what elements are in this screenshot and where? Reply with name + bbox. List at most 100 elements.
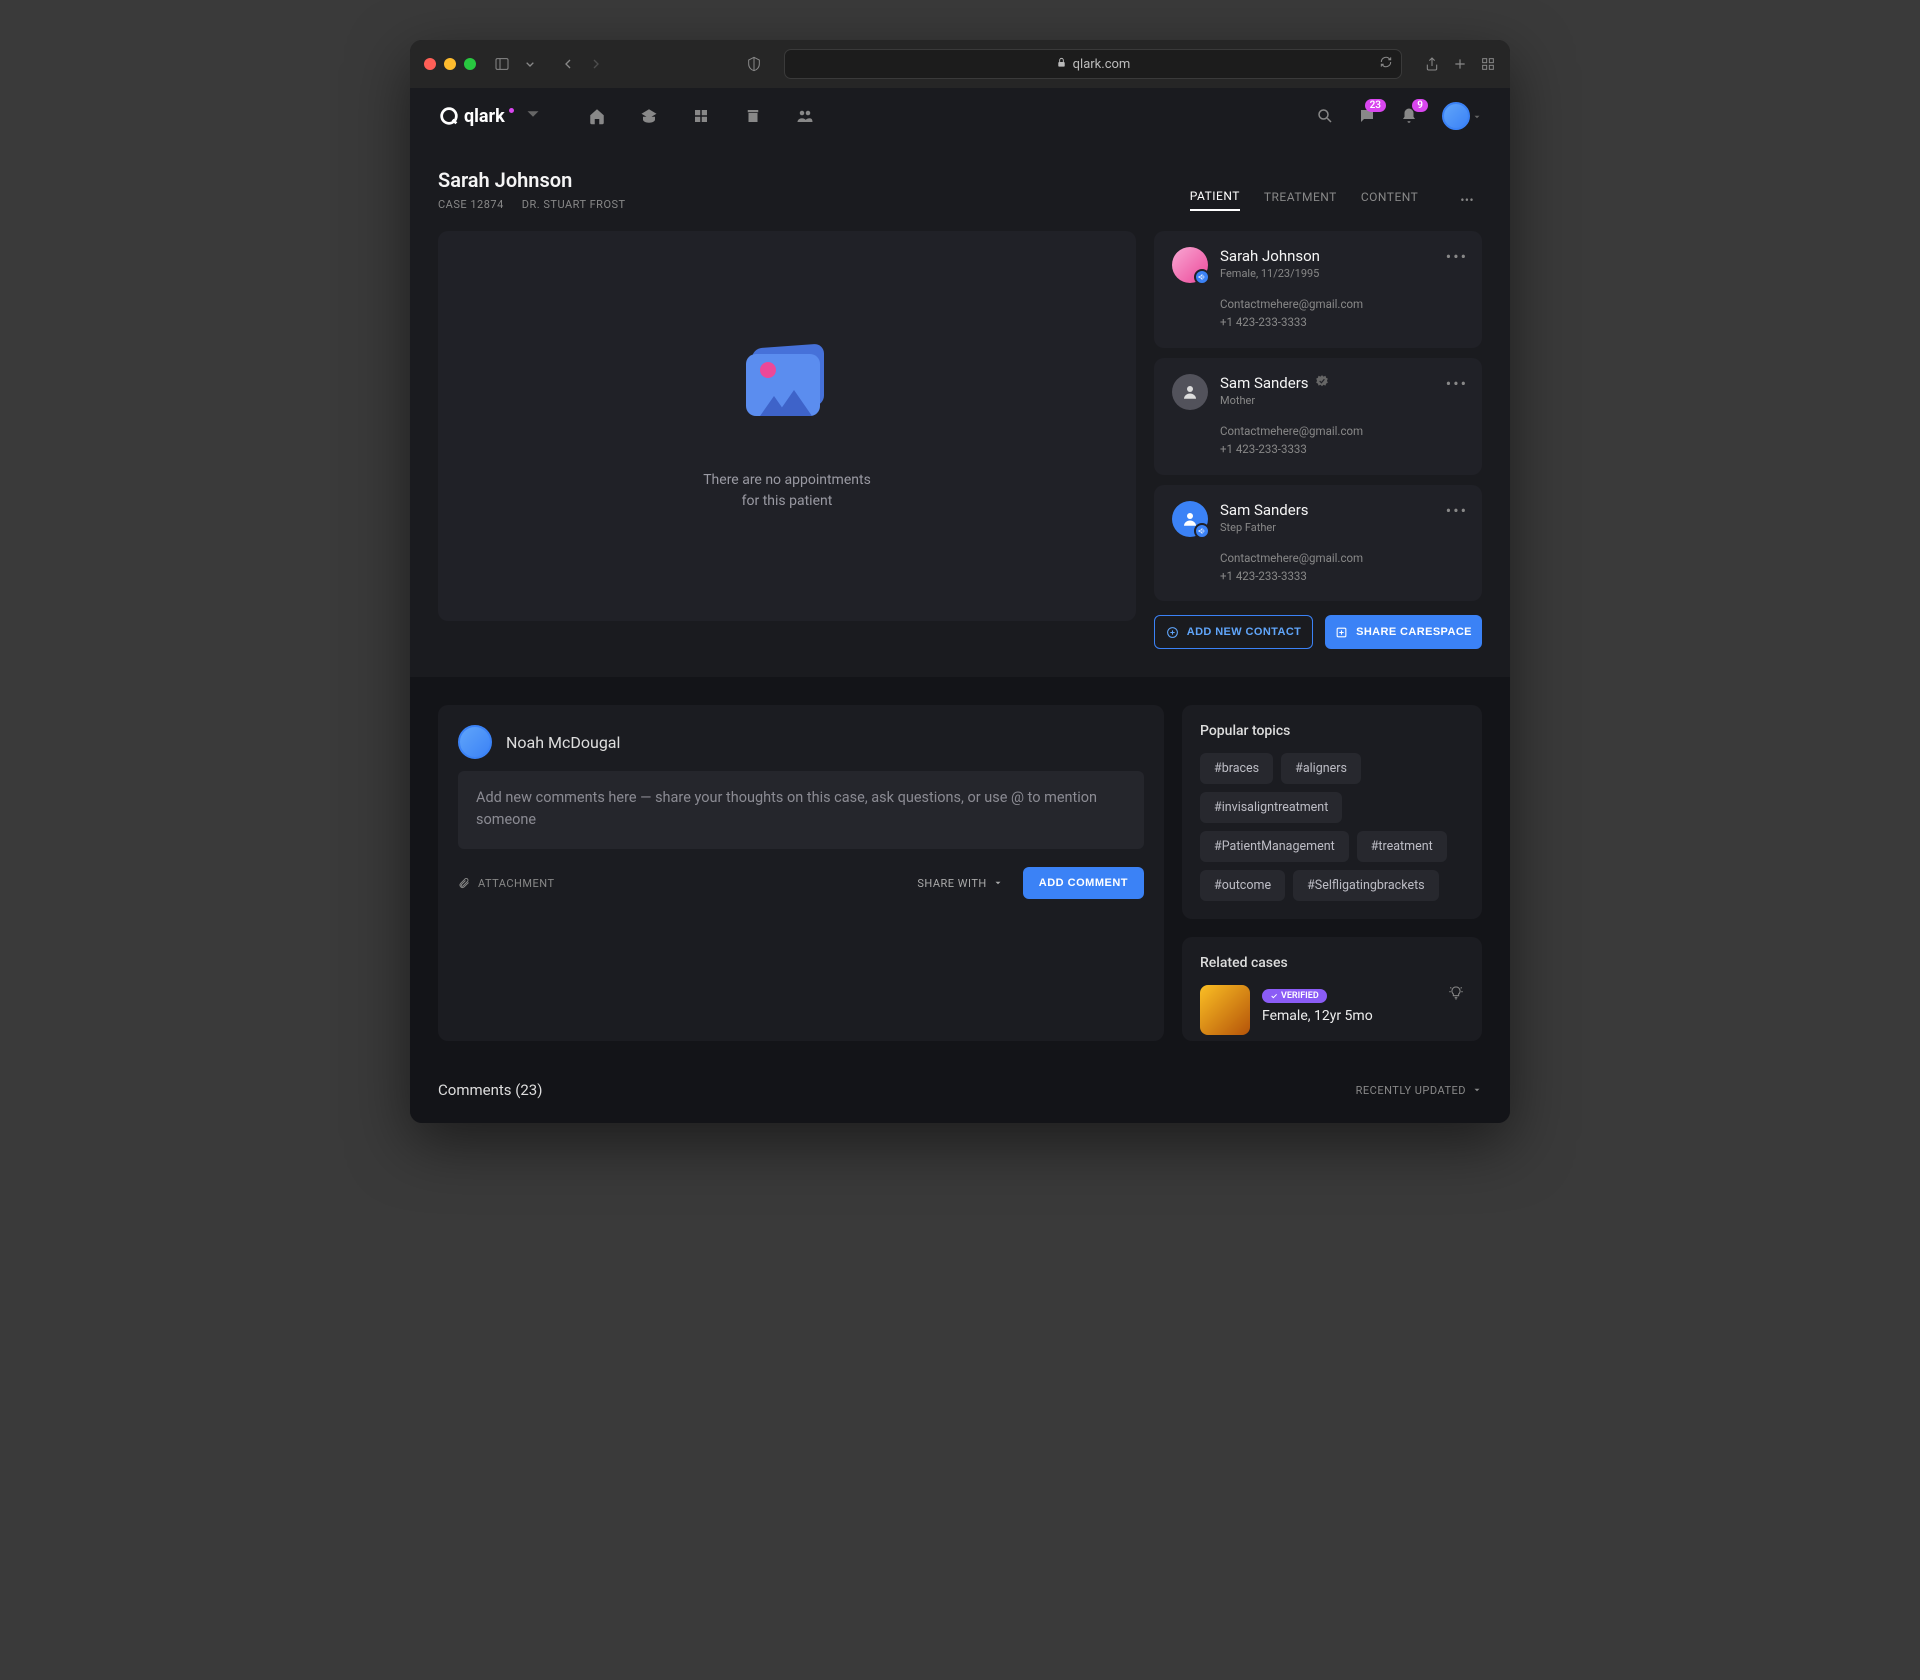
- contact-avatar: [1172, 247, 1208, 283]
- contact-sub: Mother: [1220, 394, 1329, 407]
- card-menu-icon[interactable]: •••: [1446, 374, 1468, 393]
- appointments-panel: There are no appointments for this patie…: [438, 231, 1136, 621]
- case-number: CASE 12874: [438, 198, 504, 211]
- window-zoom[interactable]: [464, 58, 476, 70]
- tabs-overview-icon[interactable]: [1480, 56, 1496, 72]
- new-tab-icon[interactable]: [1452, 56, 1468, 72]
- comment-textarea[interactable]: Add new comments here — share your thoug…: [458, 771, 1144, 849]
- forward-icon[interactable]: [588, 56, 604, 72]
- more-options-icon[interactable]: •••: [1452, 189, 1482, 211]
- related-title: Related cases: [1200, 955, 1464, 971]
- related-cases-panel: Related cases VERIFIED Female, 12yr 5mo: [1182, 937, 1482, 1041]
- card-menu-icon[interactable]: •••: [1446, 247, 1468, 266]
- add-comment-button[interactable]: ADD COMMENT: [1023, 867, 1144, 899]
- contact-avatar: [1172, 374, 1208, 410]
- contact-avatar: [1172, 501, 1208, 537]
- chevron-down-icon[interactable]: [522, 56, 538, 72]
- share-with-label: SHARE WITH: [917, 877, 986, 890]
- topics-title: Popular topics: [1200, 723, 1464, 739]
- contact-card: ••• Sam Sanders Mother Contactmehere@gm: [1154, 358, 1482, 475]
- share-with-dropdown[interactable]: SHARE WITH: [917, 877, 1002, 890]
- search-icon[interactable]: [1316, 107, 1334, 125]
- app-header: qlark 23 9: [410, 88, 1510, 144]
- topic-tag[interactable]: #PatientManagement: [1200, 831, 1349, 862]
- contact-phone: +1 423-233-3333: [1220, 313, 1464, 331]
- window-close[interactable]: [424, 58, 436, 70]
- topic-tag[interactable]: #invisaligntreatment: [1200, 792, 1342, 823]
- lock-icon: [1056, 57, 1067, 72]
- chevron-down-icon: [1472, 107, 1482, 126]
- add-contact-label: ADD NEW CONTACT: [1187, 626, 1302, 638]
- nav-grid-icon[interactable]: [692, 107, 710, 125]
- shield-icon[interactable]: [746, 56, 762, 72]
- audio-badge-icon: [1194, 523, 1210, 539]
- topic-tag[interactable]: #treatment: [1357, 831, 1447, 862]
- contact-name: Sam Sanders: [1220, 374, 1309, 392]
- contact-name: Sam Sanders: [1220, 501, 1309, 519]
- verified-pill: VERIFIED: [1262, 989, 1327, 1003]
- share-icon[interactable]: [1424, 56, 1440, 72]
- sidebar-toggle-icon[interactable]: [494, 56, 510, 72]
- related-case-card[interactable]: VERIFIED Female, 12yr 5mo: [1200, 985, 1464, 1035]
- contact-phone: +1 423-233-3333: [1220, 567, 1464, 585]
- nav-archive-icon[interactable]: [744, 107, 762, 125]
- comments-count: Comments (23): [438, 1081, 542, 1099]
- contact-email: Contactmehere@gmail.com: [1220, 549, 1464, 567]
- messages-badge: 23: [1365, 99, 1386, 112]
- topic-tag[interactable]: #braces: [1200, 753, 1273, 784]
- notifications-icon[interactable]: 9: [1400, 107, 1418, 125]
- contact-phone: +1 423-233-3333: [1220, 440, 1464, 458]
- contact-card: ••• Sarah Johnson Female, 11/23/1995 Con…: [1154, 231, 1482, 348]
- logo-accent-dot: [509, 108, 514, 113]
- case-thumbnail: [1200, 985, 1250, 1035]
- compose-author: Noah McDougal: [506, 733, 620, 752]
- back-icon[interactable]: [560, 56, 576, 72]
- share-carespace-label: SHARE CARESPACE: [1356, 626, 1472, 638]
- user-menu[interactable]: [1442, 102, 1482, 130]
- doctor-name: DR. STUART FROST: [522, 198, 626, 211]
- share-carespace-button[interactable]: SHARE CARESPACE: [1325, 615, 1482, 649]
- url-bar[interactable]: qlark.com: [784, 49, 1402, 79]
- topic-tag[interactable]: #aligners: [1281, 753, 1361, 784]
- patient-name: Sarah Johnson: [438, 168, 626, 192]
- nav-people-icon[interactable]: [796, 107, 814, 125]
- sort-dropdown[interactable]: RECENTLY UPDATED: [1356, 1084, 1482, 1097]
- audio-badge-icon: [1194, 269, 1210, 285]
- contact-email: Contactmehere@gmail.com: [1220, 422, 1464, 440]
- patient-header: Sarah Johnson CASE 12874 DR. STUART FROS…: [410, 144, 1510, 221]
- related-case-title: Female, 12yr 5mo: [1262, 1008, 1436, 1024]
- contact-name: Sarah Johnson: [1220, 247, 1320, 265]
- empty-text-2: for this patient: [742, 493, 833, 509]
- attachment-button[interactable]: ATTACHMENT: [458, 877, 555, 890]
- image-placeholder-icon: [742, 340, 832, 430]
- window-minimize[interactable]: [444, 58, 456, 70]
- nav-home-icon[interactable]: [588, 107, 606, 125]
- attachment-label: ATTACHMENT: [478, 877, 555, 890]
- messages-icon[interactable]: 23: [1358, 107, 1376, 125]
- app-logo[interactable]: qlark: [438, 103, 544, 130]
- tab-patient[interactable]: PATIENT: [1190, 189, 1240, 211]
- popular-topics-panel: Popular topics #braces #aligners #invisa…: [1182, 705, 1482, 919]
- comments-section-header: Comments (23) RECENTLY UPDATED: [410, 1069, 1510, 1123]
- contact-email: Contactmehere@gmail.com: [1220, 295, 1464, 313]
- tab-treatment[interactable]: TREATMENT: [1264, 190, 1337, 210]
- verified-icon: [1315, 374, 1329, 392]
- nav-education-icon[interactable]: [640, 107, 658, 125]
- compose-avatar: [458, 725, 492, 759]
- empty-text-1: There are no appointments: [703, 472, 871, 488]
- lightbulb-icon[interactable]: [1448, 985, 1464, 1005]
- topic-tag[interactable]: #outcome: [1200, 870, 1285, 901]
- card-menu-icon[interactable]: •••: [1446, 501, 1468, 520]
- tab-content[interactable]: CONTENT: [1361, 190, 1419, 210]
- chevron-down-icon[interactable]: [522, 103, 544, 130]
- comment-compose-panel: Noah McDougal Add new comments here — sh…: [438, 705, 1164, 1041]
- add-contact-button[interactable]: ADD NEW CONTACT: [1154, 615, 1313, 649]
- refresh-icon[interactable]: [1379, 55, 1393, 73]
- contact-card: ••• Sam Sanders Step Father Contactmeher…: [1154, 485, 1482, 602]
- sort-label: RECENTLY UPDATED: [1356, 1084, 1466, 1097]
- topic-tag[interactable]: #Selfligatingbrackets: [1293, 870, 1439, 901]
- notifications-badge: 9: [1412, 99, 1428, 112]
- url-text: qlark.com: [1073, 57, 1131, 72]
- logo-text: qlark: [464, 106, 505, 127]
- contact-sub: Female, 11/23/1995: [1220, 267, 1320, 280]
